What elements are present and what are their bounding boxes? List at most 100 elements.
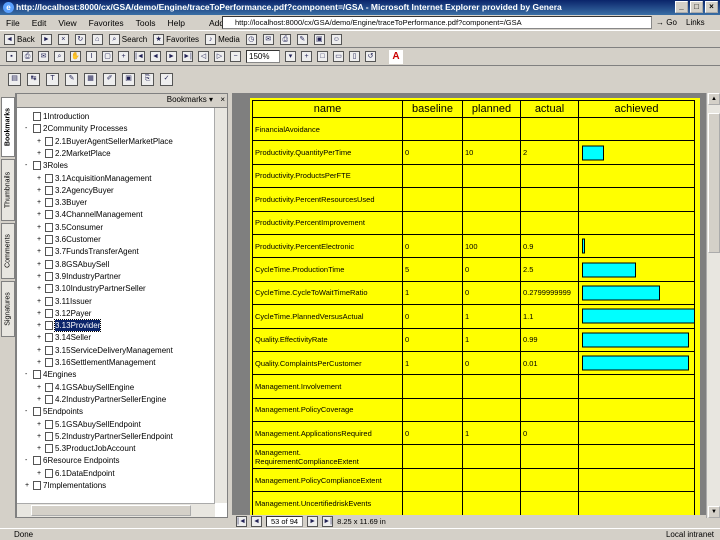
- links-button[interactable]: Links: [686, 16, 716, 29]
- expand-toggle-icon[interactable]: +: [37, 382, 45, 393]
- bookmark-item[interactable]: +6.1DataEndpoint: [37, 468, 115, 479]
- next-page-nav-icon[interactable]: ►: [307, 516, 319, 527]
- zoom-in-icon[interactable]: +: [118, 51, 129, 62]
- bookmark-item[interactable]: +4.1GSAbuySellEngine: [37, 382, 134, 393]
- minimize-button[interactable]: _: [675, 1, 688, 13]
- stamp-icon[interactable]: ▣: [122, 73, 135, 86]
- text-tool-icon[interactable]: T: [46, 73, 59, 86]
- navigation-icon[interactable]: ↹: [27, 73, 40, 86]
- menu-tools[interactable]: Tools: [136, 18, 156, 28]
- history-icon[interactable]: ◷: [245, 33, 257, 45]
- tab-comments[interactable]: Comments: [1, 223, 15, 279]
- first-page-icon[interactable]: |◄: [134, 51, 145, 62]
- actual-size-icon[interactable]: □: [317, 51, 328, 62]
- bookmark-item[interactable]: +3.2AgencyBuyer: [37, 185, 114, 196]
- bookmark-item[interactable]: +3.3Buyer: [37, 197, 87, 208]
- menu-view[interactable]: View: [58, 18, 76, 28]
- first-page-nav-icon[interactable]: |◄: [236, 516, 247, 527]
- bookmark-item[interactable]: +4.2IndustryPartnerSellerEngine: [37, 394, 166, 405]
- email-pdf-icon[interactable]: ✉: [38, 51, 49, 62]
- expand-toggle-icon[interactable]: +: [37, 296, 45, 307]
- bookmark-item[interactable]: -2Community Processes: [25, 123, 127, 134]
- last-page-icon[interactable]: ►|: [182, 51, 193, 62]
- bookmark-item[interactable]: +5.1GSAbuySellEndpoint: [37, 419, 141, 430]
- bookmark-item[interactable]: +2.1BuyerAgentSellerMarketPlace: [37, 136, 173, 147]
- bookmark-item[interactable]: -4Engines: [25, 369, 76, 380]
- bookmark-item[interactable]: +3.14Seller: [37, 332, 91, 343]
- search-pdf-icon[interactable]: ⌕: [54, 51, 65, 62]
- tab-bookmarks[interactable]: Bookmarks: [1, 97, 15, 157]
- expand-toggle-icon[interactable]: +: [37, 259, 45, 270]
- fit-width-icon[interactable]: ▯: [349, 51, 360, 62]
- bookmark-item[interactable]: +5.3ProductJobAccount: [37, 443, 136, 454]
- hand-tool-icon[interactable]: ✋: [70, 51, 81, 62]
- expand-toggle-icon[interactable]: -: [25, 455, 33, 466]
- bookmark-item[interactable]: +3.6Customer: [37, 234, 101, 245]
- menu-favorites[interactable]: Favorites: [89, 18, 124, 28]
- expand-toggle-icon[interactable]: +: [37, 394, 45, 405]
- next-page-icon[interactable]: ►: [166, 51, 177, 62]
- bookmark-item[interactable]: +3.9IndustryPartner: [37, 271, 121, 282]
- menu-edit[interactable]: Edit: [32, 18, 47, 28]
- expand-toggle-icon[interactable]: +: [37, 136, 45, 147]
- previous-view-icon[interactable]: ◁: [198, 51, 209, 62]
- expand-toggle-icon[interactable]: +: [25, 480, 33, 491]
- zoom-out-icon[interactable]: −: [230, 51, 241, 62]
- expand-toggle-icon[interactable]: +: [37, 209, 45, 220]
- bookmark-item[interactable]: +3.16SettlementManagement: [37, 357, 156, 368]
- bookmarks-scroll-thumb[interactable]: [31, 505, 191, 516]
- expand-toggle-icon[interactable]: +: [37, 197, 45, 208]
- go-button[interactable]: → Go: [656, 16, 682, 29]
- favorites-button[interactable]: ★ Favorites: [153, 33, 199, 45]
- expand-toggle-icon[interactable]: -: [25, 406, 33, 417]
- bookmark-item[interactable]: +3.10IndustryPartnerSeller: [37, 283, 146, 294]
- forward-arrow-icon[interactable]: ►: [40, 33, 52, 45]
- expand-toggle-icon[interactable]: +: [37, 468, 45, 479]
- save-icon[interactable]: ▪: [6, 51, 17, 62]
- sign-icon[interactable]: ✓: [160, 73, 173, 86]
- expand-toggle-icon[interactable]: +: [37, 271, 45, 282]
- print-pdf-icon[interactable]: ⎙: [22, 51, 33, 62]
- mail-icon[interactable]: ✉: [262, 33, 274, 45]
- stop-icon[interactable]: ×: [57, 33, 69, 45]
- pages-icon[interactable]: ▤: [8, 73, 21, 86]
- attach-icon[interactable]: ⎘: [141, 73, 154, 86]
- tab-thumbnails[interactable]: Thumbnails: [1, 159, 15, 221]
- menu-help[interactable]: Help: [167, 18, 184, 28]
- menu-file[interactable]: File: [6, 18, 20, 28]
- messenger-icon[interactable]: ☺: [330, 33, 342, 45]
- bookmark-item[interactable]: +3.5Consumer: [37, 222, 103, 233]
- expand-toggle-icon[interactable]: -: [25, 123, 33, 134]
- expand-toggle-icon[interactable]: +: [37, 234, 45, 245]
- prev-page-nav-icon[interactable]: ◄: [251, 516, 262, 527]
- bookmarks-vertical-scrollbar[interactable]: [214, 108, 227, 503]
- address-bar[interactable]: http://localhost:8000/cx/GSA/demo/Engine…: [222, 16, 652, 29]
- zoom-dropdown-icon[interactable]: ▾: [285, 51, 296, 62]
- scroll-up-icon[interactable]: ▲: [708, 93, 720, 105]
- document-scroll-thumb[interactable]: [708, 113, 720, 253]
- maximize-button[interactable]: □: [690, 1, 703, 13]
- expand-toggle-icon[interactable]: -: [25, 160, 33, 171]
- select-text-icon[interactable]: I: [86, 51, 97, 62]
- document-vertical-scrollbar[interactable]: ▲ ▼: [706, 93, 720, 518]
- expand-toggle-icon[interactable]: +: [37, 332, 45, 343]
- bookmark-item[interactable]: +3.4ChannelManagement: [37, 209, 143, 220]
- pencil-icon[interactable]: ✐: [103, 73, 116, 86]
- comment-icon[interactable]: ✎: [65, 73, 78, 86]
- bookmark-item[interactable]: +3.11Issuer: [37, 296, 92, 307]
- search-button[interactable]: ⌕ Search: [108, 33, 147, 45]
- bookmark-item[interactable]: +3.13Provider: [37, 319, 102, 333]
- last-page-nav-icon[interactable]: ►|: [322, 516, 334, 527]
- expand-toggle-icon[interactable]: +: [37, 345, 45, 356]
- refresh-icon[interactable]: ↻: [74, 33, 86, 45]
- expand-toggle-icon[interactable]: +: [37, 173, 45, 184]
- rotate-icon[interactable]: ↺: [365, 51, 376, 62]
- expand-toggle-icon[interactable]: +: [37, 246, 45, 257]
- scroll-down-icon[interactable]: ▼: [708, 506, 720, 518]
- discuss-icon[interactable]: ▣: [313, 33, 325, 45]
- expand-toggle-icon[interactable]: +: [37, 283, 45, 294]
- expand-toggle-icon[interactable]: +: [37, 357, 45, 368]
- bookmark-item[interactable]: -3Roles: [25, 160, 68, 171]
- previous-page-icon[interactable]: ◄: [150, 51, 161, 62]
- bookmark-item[interactable]: +7Implementations: [25, 480, 106, 491]
